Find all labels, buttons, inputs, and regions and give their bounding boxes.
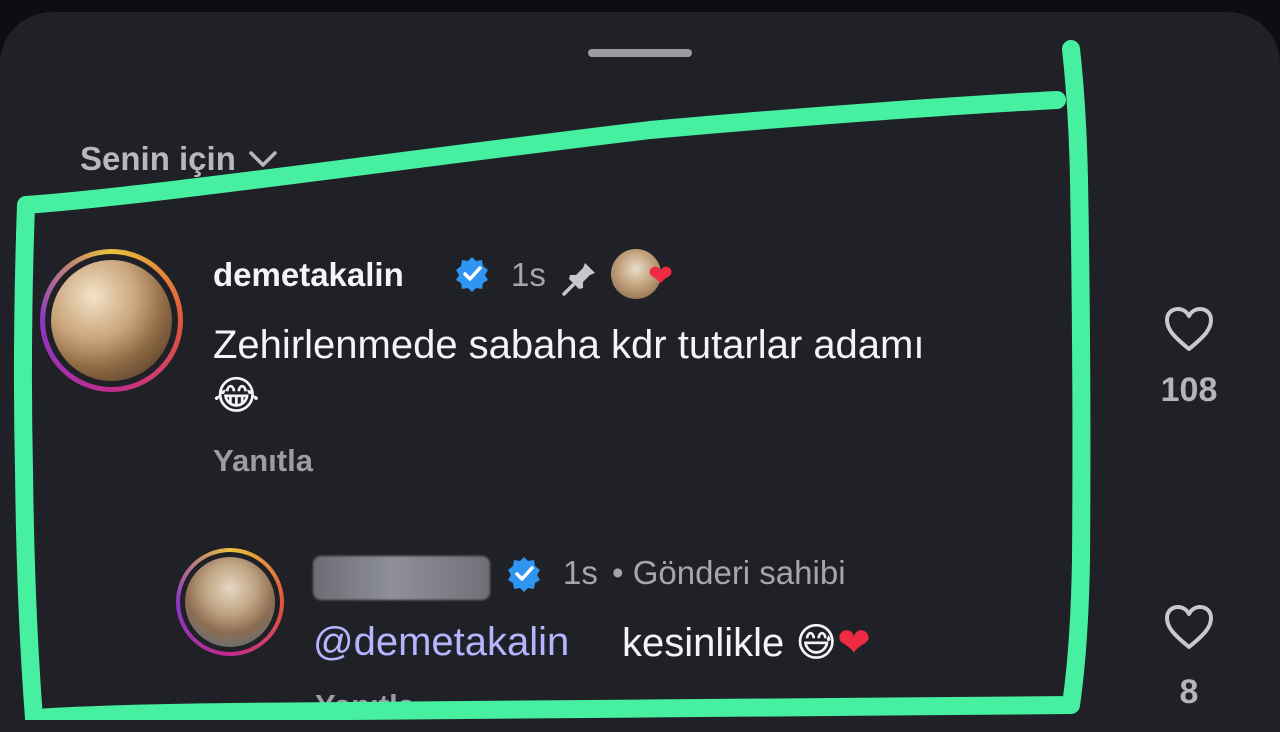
heart-outline-icon[interactable] — [1163, 305, 1215, 353]
comment-time: 1s — [563, 554, 598, 591]
reply-button[interactable]: Yanıtla — [213, 443, 313, 479]
sweat-smile-emoji: 😅 — [795, 621, 838, 665]
verified-icon — [508, 557, 540, 592]
red-heart-emoji: ❤ — [837, 621, 871, 665]
redacted-username — [313, 556, 490, 600]
mention-link[interactable]: @demetakalin — [313, 620, 569, 665]
comment-time: 1s — [511, 256, 546, 293]
comment-username[interactable]: demetakalin — [213, 256, 404, 294]
reply-button[interactable]: Yanıtla — [315, 688, 415, 724]
like-count: 108 — [1160, 371, 1218, 409]
reply-comment-text: kesinlikle 😅❤ — [622, 621, 871, 665]
author-badge: • Gönderi sahibi — [612, 554, 846, 591]
pin-icon — [562, 263, 595, 296]
avatar[interactable] — [176, 548, 284, 656]
creator-liked-heart-icon: ❤ — [648, 260, 674, 293]
verified-icon — [456, 257, 488, 292]
sort-label: Senin için — [80, 140, 236, 177]
chevron-down-icon — [249, 151, 277, 167]
heart-outline-icon[interactable] — [1163, 603, 1215, 651]
comment-text: Zehirlenmede sabaha kdr tutarlar adamı 😂 — [213, 320, 1083, 422]
avatar[interactable] — [40, 249, 183, 392]
laughing-emoji: 😂 — [213, 374, 260, 418]
sort-dropdown[interactable]: Senin için — [80, 140, 278, 178]
drag-handle[interactable] — [588, 49, 692, 57]
like-count: 8 — [1179, 673, 1199, 711]
